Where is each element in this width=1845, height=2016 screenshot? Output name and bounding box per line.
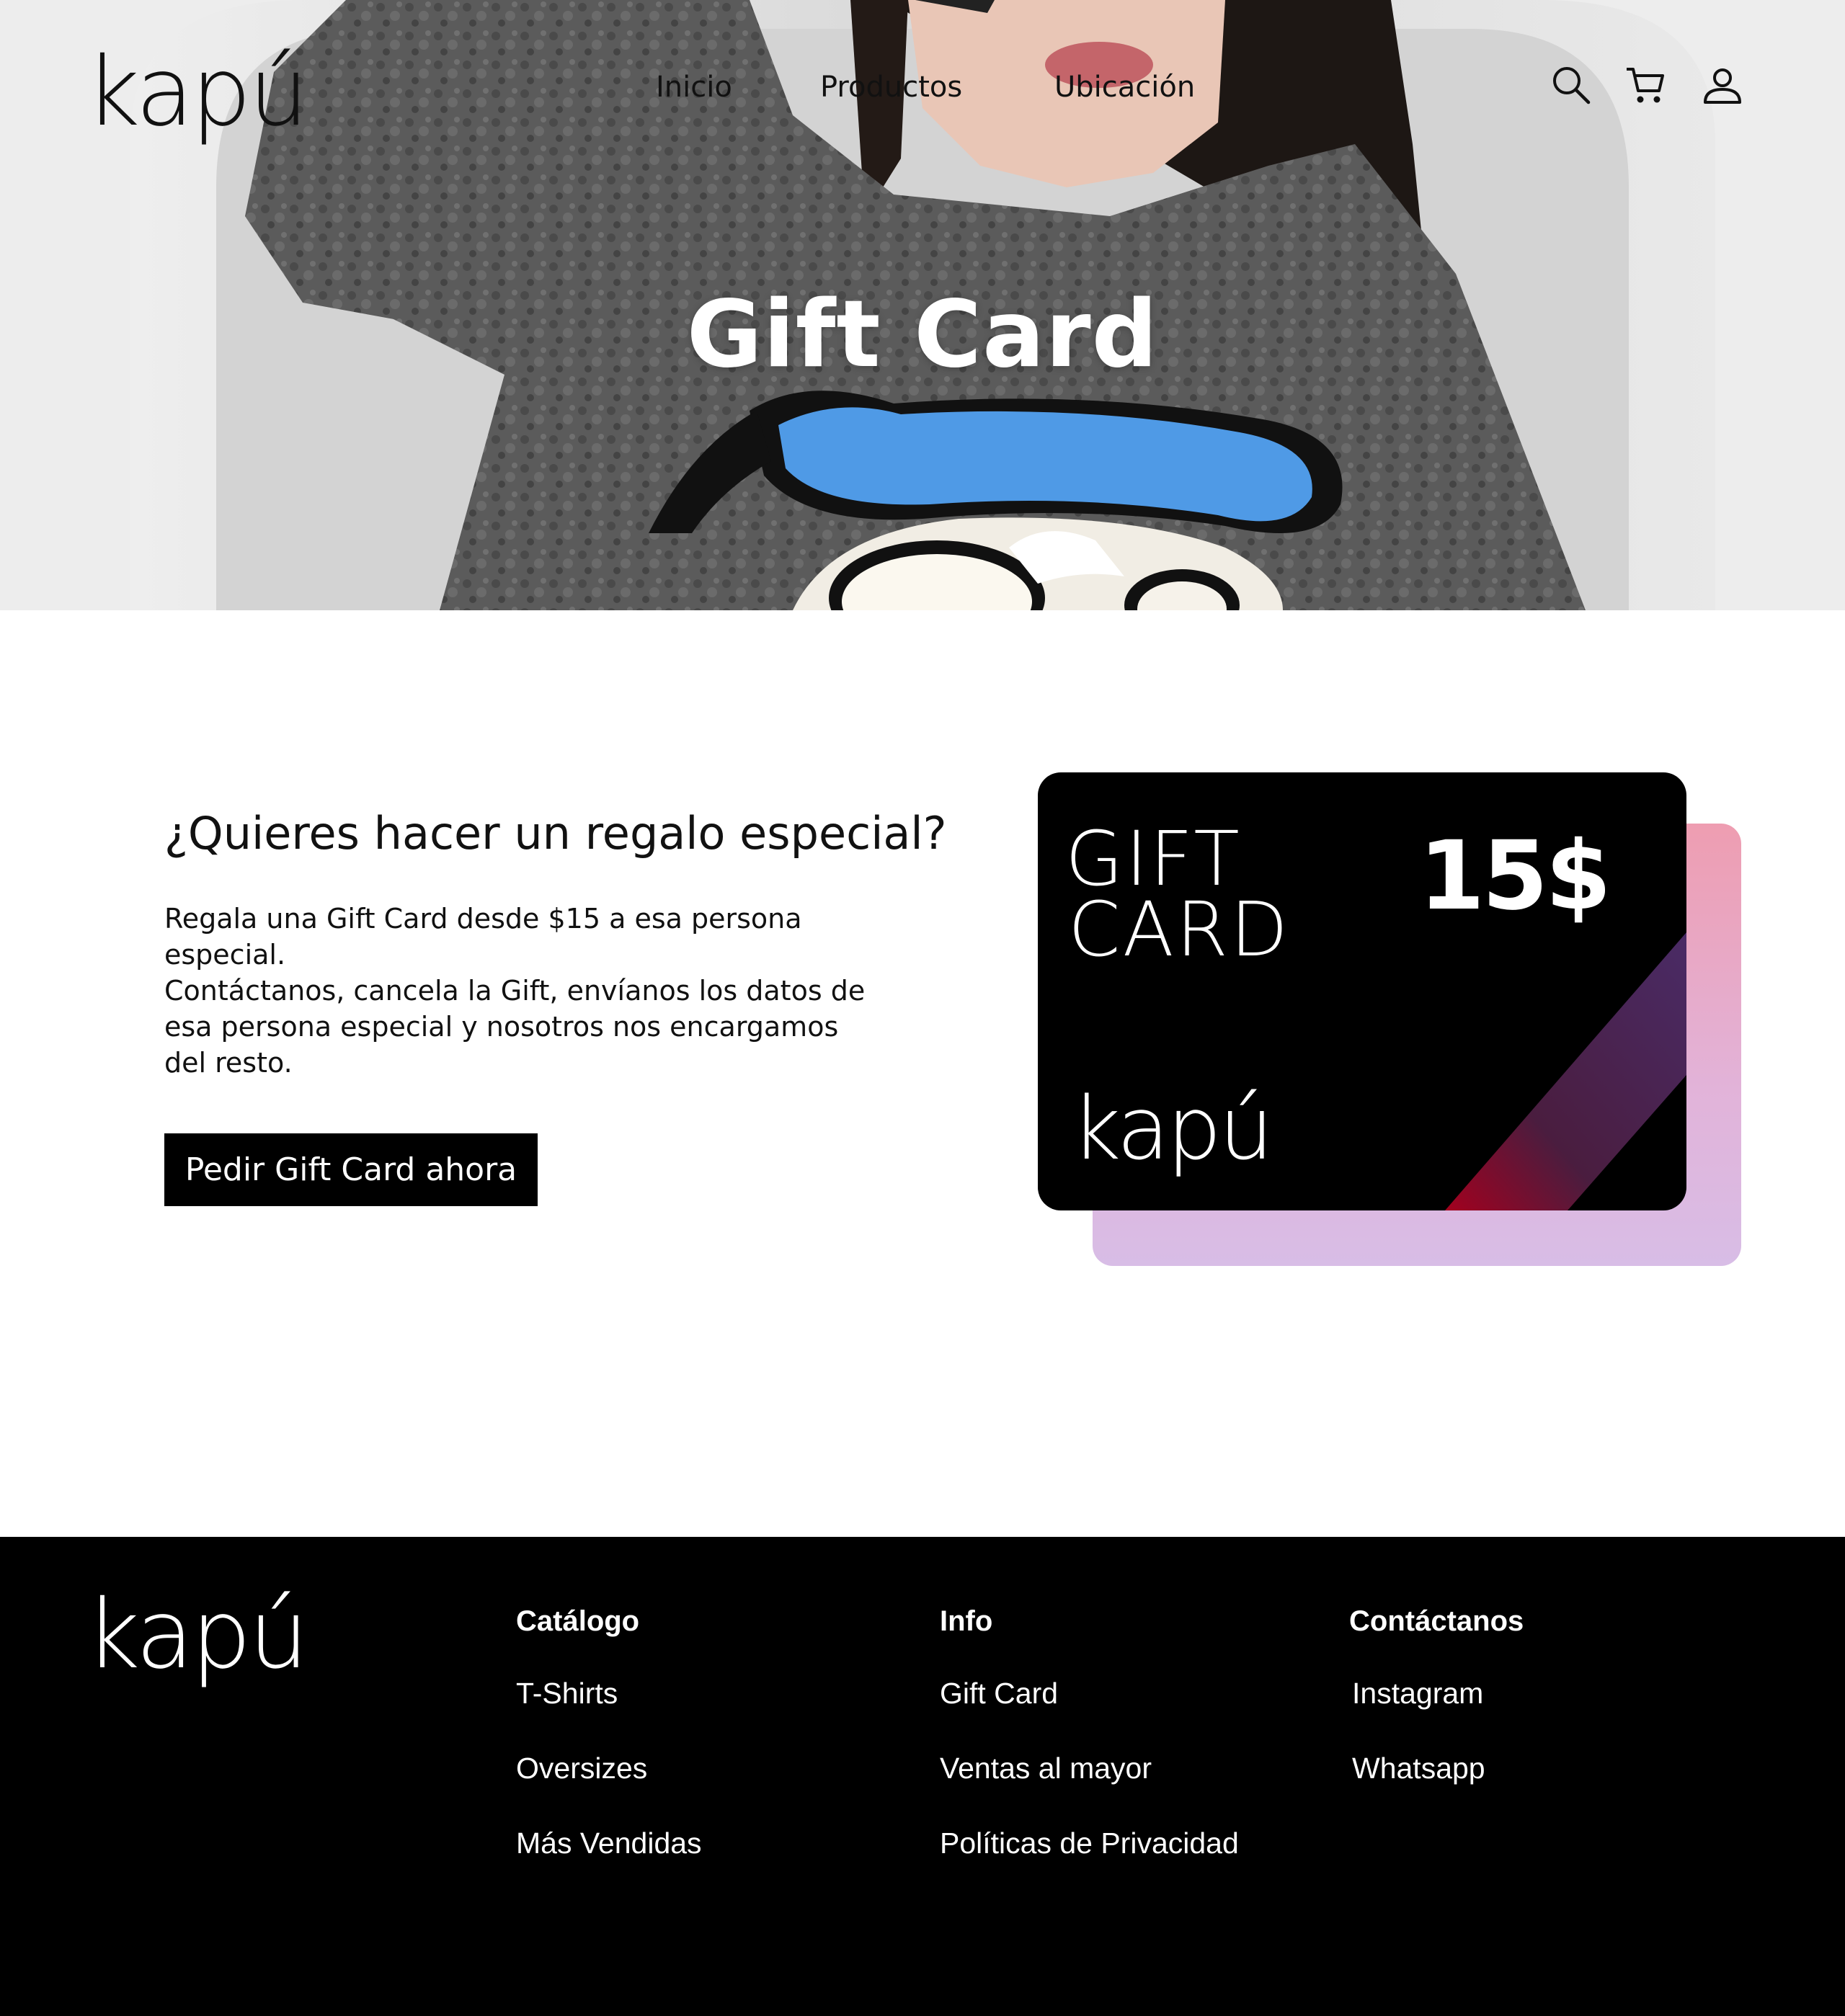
footer-link-politicas[interactable]: Políticas de Privacidad: [940, 1820, 1239, 1866]
footer-link-whatsapp[interactable]: Whatsapp: [1352, 1745, 1524, 1791]
footer-link-tshirts[interactable]: T-Shirts: [516, 1670, 702, 1716]
cart-icon[interactable]: [1624, 63, 1667, 107]
hero-banner: kapú Inicio Productos Ubicación Gift Car…: [0, 0, 1845, 610]
order-gift-card-button[interactable]: Pedir Gift Card ahora: [164, 1133, 538, 1206]
gift-card-word-card: CARD: [1068, 886, 1291, 973]
footer-link-gift-card[interactable]: Gift Card: [940, 1670, 1239, 1716]
user-icon[interactable]: [1701, 63, 1744, 107]
footer-heading-catalogo: Catálogo: [516, 1605, 640, 1637]
gift-description-line-1: Regala una Gift Card desde $15 a esa per…: [164, 903, 802, 971]
gift-card-image: GIFT CARD 15$ kapú: [1038, 772, 1686, 1210]
footer-column-contactanos: Contáctanos Instagram Whatsapp: [1349, 1605, 1524, 1791]
gift-heading: ¿Quieres hacer un regalo especial?: [164, 807, 947, 860]
nav-inicio[interactable]: Inicio: [656, 71, 732, 104]
footer-column-catalogo: Catálogo T-Shirts Oversizes Más Vendidas: [516, 1605, 702, 1866]
nav-productos[interactable]: Productos: [820, 71, 962, 104]
footer-heading-contactanos: Contáctanos: [1349, 1605, 1524, 1637]
footer-heading-info: Info: [940, 1605, 993, 1637]
footer: kapú Catálogo T-Shirts Oversizes Más Ven…: [0, 1537, 1845, 2016]
gift-description: Regala una Gift Card desde $15 a esa per…: [164, 901, 885, 1081]
footer-logo[interactable]: kapú: [85, 1587, 308, 1682]
search-icon[interactable]: [1550, 63, 1593, 107]
nav-ubicacion[interactable]: Ubicación: [1054, 71, 1195, 104]
footer-link-oversizes[interactable]: Oversizes: [516, 1745, 702, 1791]
gift-card-logo: kapú: [1071, 1079, 1273, 1179]
footer-column-info: Info Gift Card Ventas al mayor Políticas…: [940, 1605, 1239, 1866]
hero-title: Gift Card: [686, 281, 1159, 388]
header-logo[interactable]: kapú: [85, 45, 308, 140]
gift-card-amount: 15$: [1418, 821, 1611, 932]
footer-link-instagram[interactable]: Instagram: [1352, 1670, 1524, 1716]
gift-description-line-2: Contáctanos, cancela la Gift, envíanos l…: [164, 975, 866, 1079]
footer-link-ventas-al-mayor[interactable]: Ventas al mayor: [940, 1745, 1239, 1791]
footer-link-mas-vendidas[interactable]: Más Vendidas: [516, 1820, 702, 1866]
